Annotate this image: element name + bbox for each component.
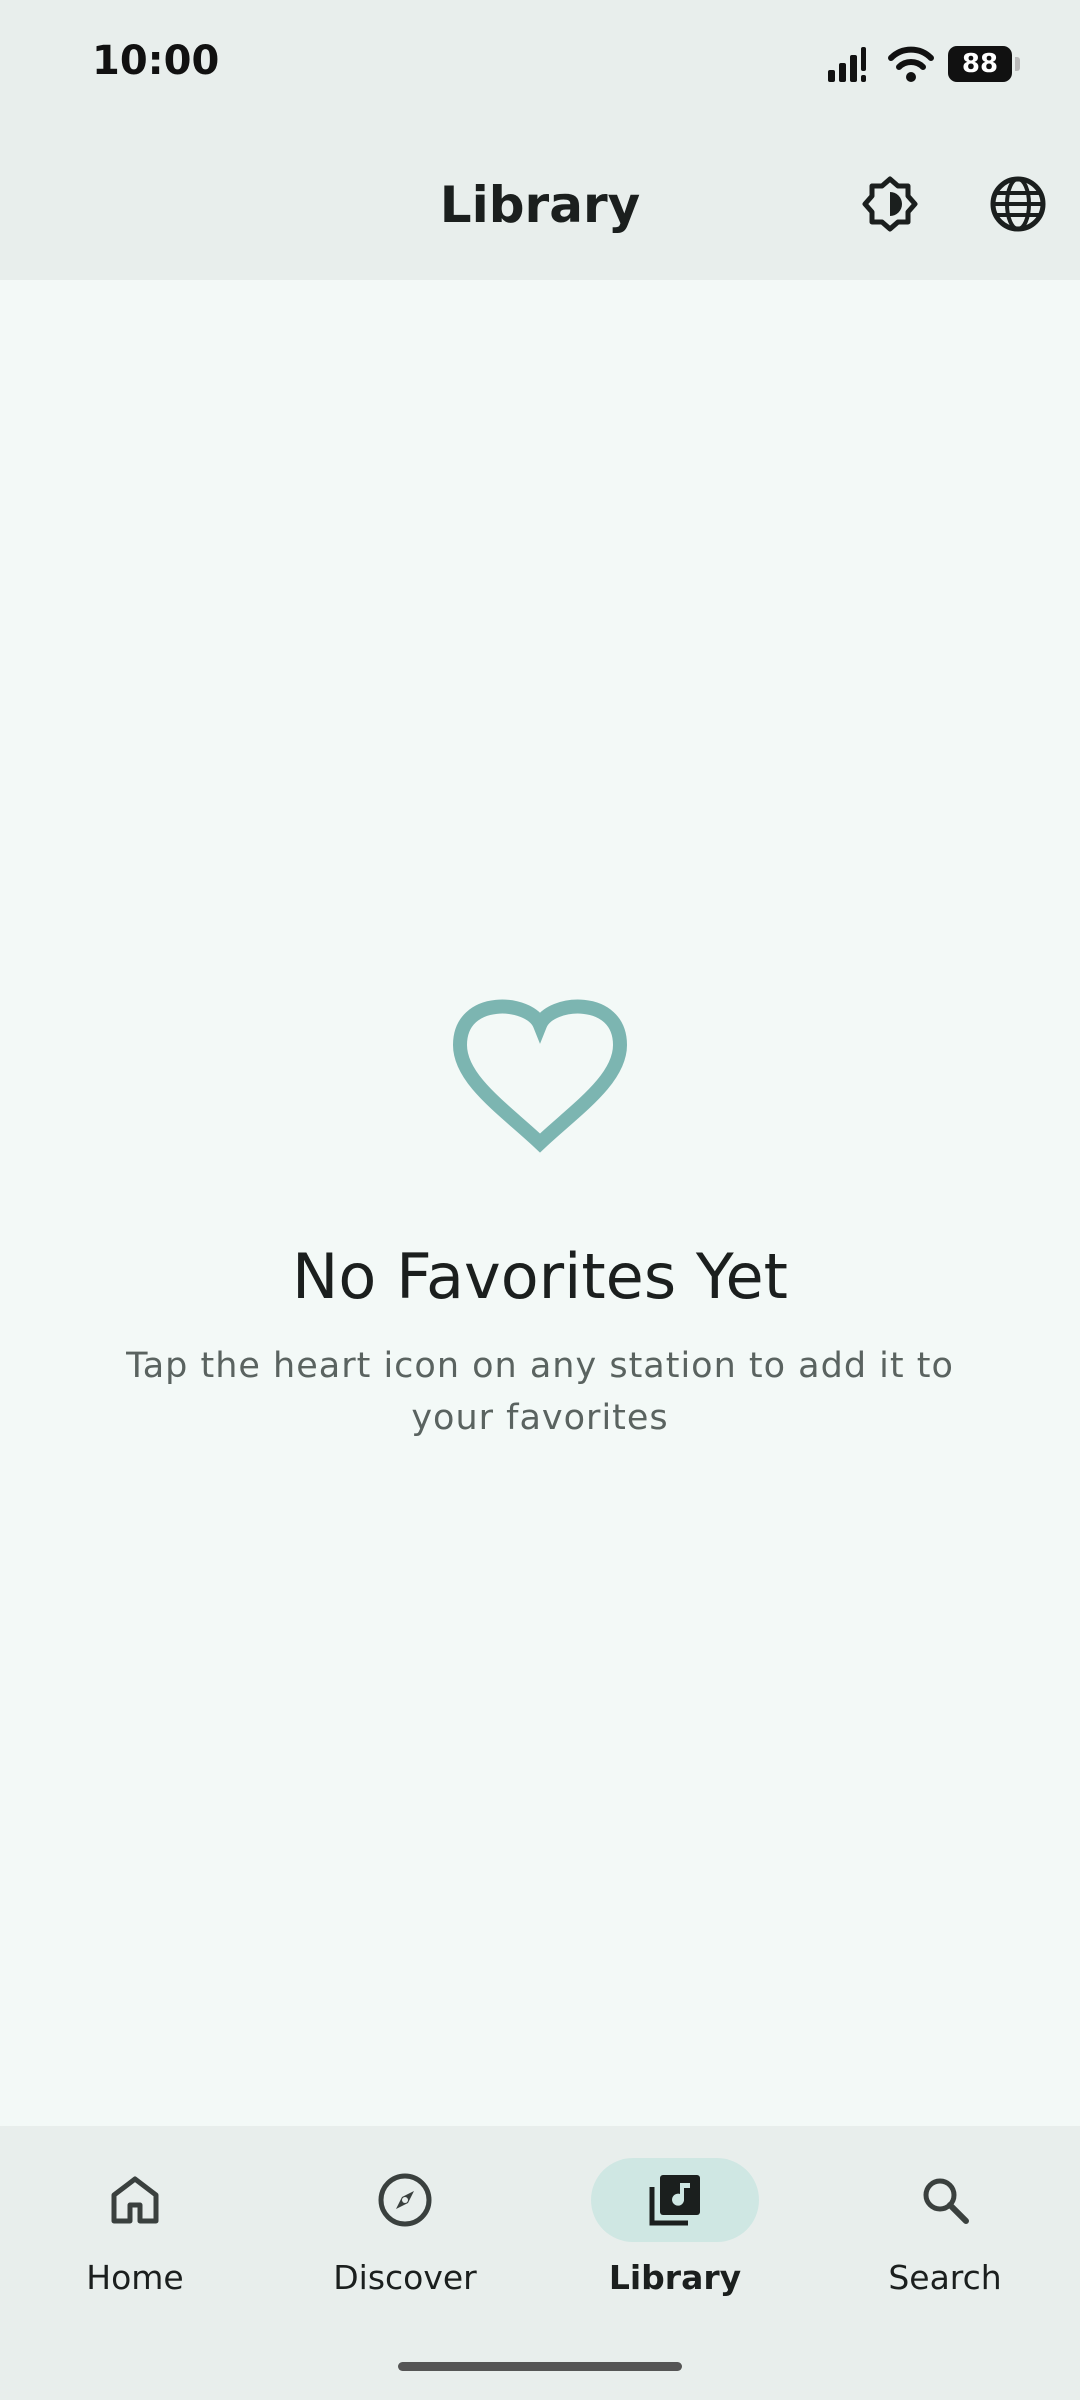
status-icons: 88 <box>826 44 1020 84</box>
nav-label-search: Search <box>888 2258 1002 2297</box>
language-button[interactable] <box>986 172 1050 236</box>
empty-state-subtitle: Tap the heart icon on any station to add… <box>126 1346 954 1438</box>
battery-icon: 88 <box>948 46 1020 82</box>
nav-label-home: Home <box>86 2258 184 2297</box>
home-indicator[interactable] <box>398 2362 682 2371</box>
app-bar: Library <box>0 132 1080 280</box>
nav-item-search[interactable]: Search <box>810 2158 1080 2328</box>
nav-item-library[interactable]: Library <box>540 2158 810 2328</box>
wifi-icon <box>888 46 934 82</box>
nav-label-discover: Discover <box>333 2258 477 2297</box>
status-bar: 10:00 88 <box>0 0 1080 132</box>
favorites-content: No Favorites Yet Tap the heart icon on a… <box>0 280 1080 2126</box>
home-icon <box>111 2176 159 2224</box>
nav-item-discover[interactable]: Discover <box>270 2158 540 2328</box>
nav-label-library: Library <box>608 2258 742 2297</box>
search-icon <box>923 2178 969 2224</box>
nav-item-home[interactable]: Home <box>0 2158 270 2328</box>
library-music-icon <box>649 2175 700 2226</box>
empty-state-title: No Favorites Yet <box>292 1240 788 1313</box>
globe-icon <box>990 176 1046 232</box>
battery-level: 88 <box>948 46 1012 82</box>
bottom-navigation: Home Discover Library Search <box>0 2126 1080 2400</box>
compass-icon <box>378 2173 432 2227</box>
active-indicator <box>591 2158 759 2242</box>
theme-toggle-button[interactable] <box>858 172 922 236</box>
cell-signal-icon <box>828 47 866 82</box>
brightness-icon <box>862 176 918 232</box>
heart-outline-icon <box>452 999 628 1153</box>
status-time: 10:00 <box>92 38 220 84</box>
